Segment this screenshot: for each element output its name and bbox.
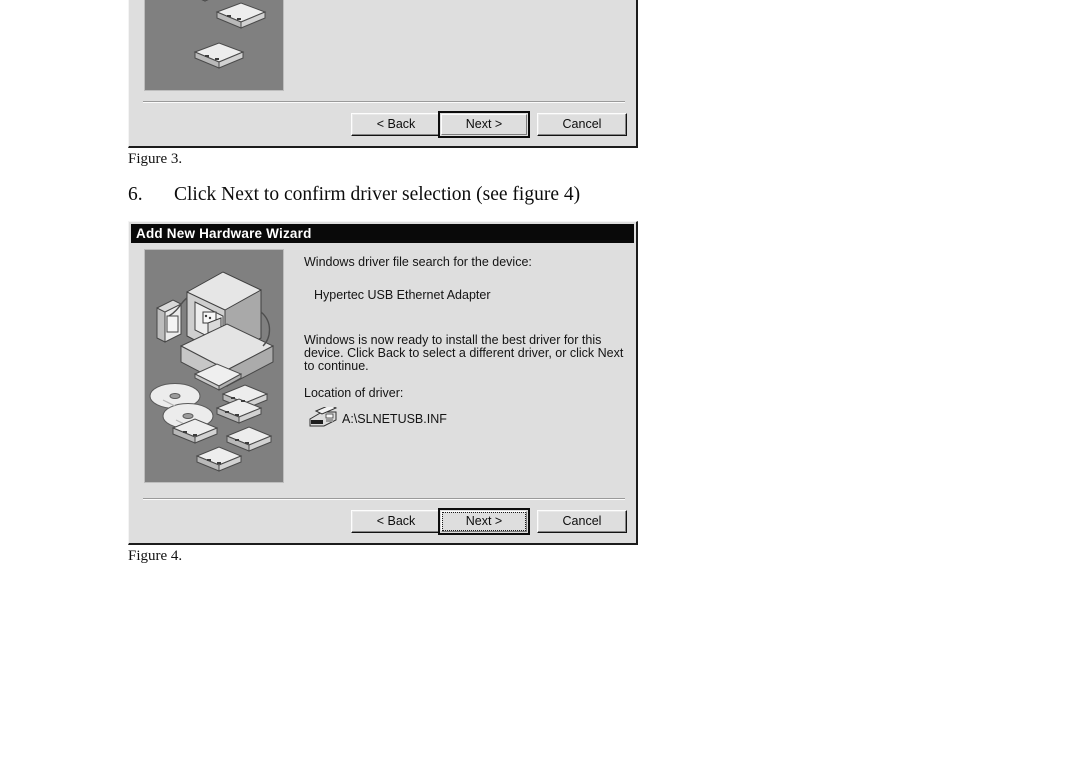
cancel-button-figure4[interactable]: Cancel <box>537 510 627 533</box>
cancel-button-label: Cancel <box>562 117 602 131</box>
step-6-number: 6. <box>128 184 143 205</box>
floppy-drive-icon <box>306 404 338 435</box>
location-of-driver-heading: Location of driver: <box>304 386 404 400</box>
back-button-label: < Back <box>376 514 416 528</box>
computer-and-hardware-illustration-icon <box>149 271 275 472</box>
cancel-button-figure3[interactable]: Cancel <box>537 113 627 136</box>
next-button-figure4[interactable]: Next > <box>438 508 530 535</box>
figure-4-caption: Figure 4. <box>128 548 183 564</box>
button-row-separator-figure4 <box>143 498 625 500</box>
next-button-label: Next > <box>465 514 503 528</box>
driver-search-heading: Windows driver file search for the devic… <box>304 255 532 269</box>
next-button-figure3[interactable]: Next > <box>438 111 530 138</box>
driver-path: A:\SLNETUSB.INF <box>342 412 447 426</box>
wizard-artwork-figure3 <box>144 0 284 91</box>
dialog-title: Add New Hardware Wizard <box>136 226 312 241</box>
ready-text-line-3: to continue. <box>304 359 369 373</box>
figure-3-caption: Figure 3. <box>128 151 183 167</box>
wizard-artwork-figure4 <box>144 249 284 483</box>
cancel-button-label: Cancel <box>562 514 602 528</box>
device-name: Hypertec USB Ethernet Adapter <box>314 288 491 302</box>
back-button-figure4[interactable]: < Back <box>351 510 441 533</box>
next-button-label: Next > <box>465 117 503 131</box>
hardware-chips-illustration-icon <box>193 0 267 69</box>
add-new-hardware-wizard-dialog-figure3: Specify a location: A:\WIN98 Browse... <… <box>128 0 638 148</box>
dialog-titlebar: Add New Hardware Wizard <box>131 224 634 243</box>
add-new-hardware-wizard-dialog-figure4: Add New Hardware Wizard Windows driver f… <box>128 221 638 545</box>
back-button-figure3[interactable]: < Back <box>351 113 441 136</box>
button-row-separator-figure3 <box>143 101 625 103</box>
step-6-instruction: 6. Click Next to confirm driver selection… <box>128 184 580 206</box>
back-button-label: < Back <box>376 117 416 131</box>
step-6-text: Click Next to confirm driver selection (… <box>174 184 581 205</box>
